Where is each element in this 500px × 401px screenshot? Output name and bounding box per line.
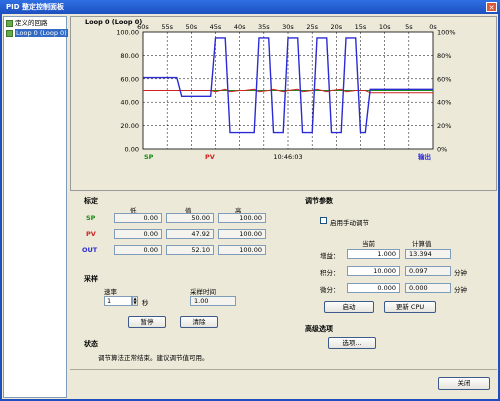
loop-tree: 定义的回路 Loop 0 (Loop 0): [3, 16, 68, 398]
x-tick-label: 50s: [185, 23, 197, 31]
y-right-tick-label: 20%: [437, 122, 451, 130]
col-current-header: 当前: [362, 240, 375, 248]
main-panel: Loop 0 (Loop 0) 100.00 100% 80.00 80% 60.00 6…: [70, 16, 497, 398]
update-cpu-button[interactable]: 更新 CPU: [384, 301, 436, 313]
y-right-tick-label: 0%: [437, 146, 447, 154]
x-tick-label: 35s: [258, 23, 270, 31]
legend-pv: PV: [205, 153, 215, 161]
derivative-unit: 分钟: [454, 286, 467, 294]
y-right-tick-label: 60%: [437, 75, 451, 83]
x-tick-label: 0s: [429, 23, 437, 31]
pause-button[interactable]: 暂停: [128, 316, 166, 328]
integral-label: 积分：: [320, 269, 340, 277]
y-right-tick-label: 40%: [437, 99, 451, 107]
gain-label: 增益：: [320, 252, 340, 260]
y-right-tick-label: 100%: [437, 29, 456, 37]
options-button[interactable]: 选项...: [328, 337, 376, 349]
sample-time-label: 采样时间: [190, 288, 216, 296]
col-calc-header: 计算值: [412, 240, 432, 248]
gain-calc-field: 13.394: [405, 249, 451, 259]
rate-unit: 秒: [142, 299, 149, 307]
pv-value-field: 47.92: [166, 229, 214, 239]
y-left-tick-label: 20.00: [120, 122, 139, 130]
close-icon[interactable]: ✕: [486, 2, 497, 12]
tree-item-label: Loop 0 (Loop 0): [15, 29, 68, 37]
trend-chart: Loop 0 (Loop 0) 100.00 100% 80.00 80% 60.00 6…: [70, 16, 497, 191]
title-bar: PID 整定控制面板 ✕: [0, 0, 500, 14]
loop-icon: [6, 29, 13, 37]
y-left-tick-label: 80.00: [120, 52, 139, 60]
x-tick-label: 20s: [330, 23, 342, 31]
out-low-field: 0.00: [114, 245, 162, 255]
status-message: 调节算法正常结束。建议调节值可用。: [98, 354, 209, 362]
x-tick-label: 30s: [282, 23, 294, 31]
legend-sp: SP: [144, 153, 154, 161]
rate-label: 速率: [104, 288, 117, 296]
tree-root-label: 定义的回路: [15, 19, 48, 27]
derivative-current-field[interactable]: 0.000: [347, 283, 400, 293]
status-section-title: 状态: [84, 340, 98, 348]
rate-input[interactable]: 1: [104, 296, 132, 306]
out-high-field: 100.00: [218, 245, 266, 255]
manual-tuning-label: 启用手动调节: [330, 219, 369, 227]
close-button[interactable]: 关闭: [438, 377, 490, 390]
tree-root[interactable]: 定义的回路: [6, 19, 48, 28]
y-right-tick-label: 80%: [437, 52, 451, 60]
sampling-section-title: 采样: [84, 275, 98, 283]
out-row-label: OUT: [82, 246, 98, 254]
x-tick-label: 60s: [137, 23, 149, 31]
x-tick-label: 45s: [210, 23, 222, 31]
y-left-tick-label: 40.00: [120, 99, 139, 107]
x-tick-label: 5s: [405, 23, 413, 31]
tree-item-loop0[interactable]: Loop 0 (Loop 0): [6, 29, 68, 38]
gain-current-field[interactable]: 1.000: [347, 249, 400, 259]
footer-divider: [70, 369, 497, 370]
manual-tuning-checkbox[interactable]: [320, 217, 327, 224]
integral-unit: 分钟: [454, 269, 467, 277]
pv-row-label: PV: [86, 230, 96, 238]
integral-calc-field: 0.097: [405, 266, 451, 276]
x-tick-label: 40s: [234, 23, 246, 31]
params-section-title: 调节参数: [305, 197, 333, 205]
sp-row-label: SP: [86, 214, 96, 222]
x-tick-label: 15s: [355, 23, 367, 31]
chart-canvas: 100.00 100% 80.00 80% 60.00 60% 40.00 40% 20.00 2…: [116, 23, 456, 161]
x-tick-label: 25s: [306, 23, 318, 31]
rate-spinner[interactable]: ▲ ▼: [132, 296, 138, 306]
start-button[interactable]: 启动: [324, 301, 374, 313]
derivative-calc-field: 0.000: [405, 283, 451, 293]
clear-button[interactable]: 清除: [180, 316, 218, 328]
sp-value-field: 50.00: [166, 213, 214, 223]
tuning-section-title: 标定: [84, 197, 98, 205]
sp-high-field: 100.00: [218, 213, 266, 223]
window-title: PID 整定控制面板: [6, 3, 64, 11]
integral-current-field[interactable]: 10.000: [347, 266, 400, 276]
legend-out: 输出: [418, 152, 431, 161]
y-left-tick-label: 60.00: [120, 75, 139, 83]
pv-low-field: 0.00: [114, 229, 162, 239]
sp-low-field: 0.00: [114, 213, 162, 223]
x-tick-label: 10s: [379, 23, 391, 31]
derivative-label: 微分：: [320, 286, 340, 294]
folder-icon: [6, 19, 13, 27]
x-tick-label: 55s: [161, 23, 173, 31]
chart-timestamp: 10:46:03: [273, 153, 302, 161]
sample-time-field: 1.00: [190, 296, 236, 306]
y-left-tick-label: 100.00: [116, 29, 139, 37]
pv-high-field: 100.00: [218, 229, 266, 239]
out-value-field: 52.10: [166, 245, 214, 255]
advanced-section-title: 高级选项: [305, 325, 333, 333]
y-left-tick-label: 0.00: [125, 146, 139, 154]
